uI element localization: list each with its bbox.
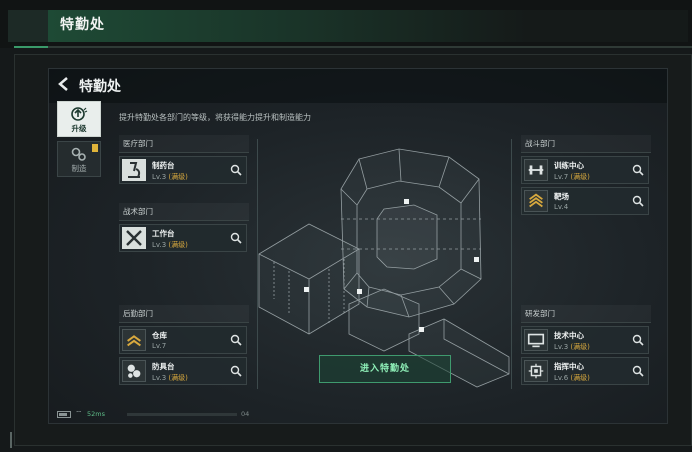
facility-name: 工作台 <box>152 229 175 238</box>
page-header: 特勤处 <box>0 0 692 48</box>
facility-workbench[interactable]: 工作台 Lv.3 (满级) <box>119 224 247 252</box>
dept-title: 研发部门 <box>521 305 651 323</box>
facility-level: Lv.6 (满级) <box>554 374 590 382</box>
facility-name: 靶场 <box>554 192 569 201</box>
facility-level: Lv.4 <box>554 203 569 211</box>
facility-shooting-range[interactable]: 靶场 Lv.4 <box>521 187 649 215</box>
loading-progress-bar <box>127 413 237 416</box>
dept-logistics: 后勤部门 仓库 Lv.7 防具台 Lv.3 (满级) <box>119 305 249 385</box>
dept-tactical: 战术部门 工作台 Lv.3 (满级) <box>119 203 249 252</box>
dept-title: 医疗部门 <box>119 135 249 153</box>
facility-name: 防具台 <box>152 362 175 371</box>
game-title: 特勤处 <box>79 79 121 95</box>
battery-icon <box>57 411 71 418</box>
armor-icon <box>122 360 146 382</box>
upgrade-arrow-icon <box>71 107 88 121</box>
search-icon[interactable] <box>229 163 243 177</box>
header-bar <box>48 10 688 42</box>
microscope-icon <box>122 159 146 181</box>
facility-level: Lv.7 <box>152 342 167 350</box>
game-screen: 特勤处 提升特勤处各部门的等级，将获得能力提升和制造能力 升级 制造 医疗部门 … <box>48 68 668 424</box>
facility-name: 技术中心 <box>554 331 584 340</box>
facility-level: Lv.3 (满级) <box>554 343 590 351</box>
tab-upgrade[interactable]: 升级 <box>57 101 101 137</box>
search-icon[interactable] <box>631 364 645 378</box>
facility-training-center[interactable]: 训练中心 Lv.7 (满级) <box>521 156 649 184</box>
facility-warehouse[interactable]: 仓库 Lv.7 <box>119 326 247 354</box>
header-divider-accent <box>14 46 48 48</box>
tab-upgrade-label: 升级 <box>71 124 87 133</box>
chevrons-icon <box>122 329 146 351</box>
facility-name: 仓库 <box>152 331 167 340</box>
back-arrow-icon[interactable] <box>57 76 73 94</box>
header-divider <box>14 46 692 48</box>
progress-label: 04 <box>241 410 250 418</box>
tab-craft[interactable]: 制造 <box>57 141 101 177</box>
page-title: 特勤处 <box>60 17 105 33</box>
search-icon[interactable] <box>631 333 645 347</box>
dept-title: 战术部门 <box>119 203 249 221</box>
status-bar: ⌔ 52ms 04 <box>57 409 250 421</box>
facility-level: Lv.7 (满级) <box>554 173 590 181</box>
notification-badge <box>92 144 98 152</box>
facility-tech-center[interactable]: 技术中心 Lv.3 (满级) <box>521 326 649 354</box>
gears-icon <box>71 147 86 161</box>
search-icon[interactable] <box>631 163 645 177</box>
search-icon[interactable] <box>229 231 243 245</box>
dept-research: 研发部门 技术中心 Lv.3 (满级) 指挥中心 Lv.6 (满级) <box>521 305 651 385</box>
facility-pharmacy[interactable]: 制药台 Lv.3 (满级) <box>119 156 247 184</box>
facility-command-center[interactable]: 指挥中心 Lv.6 (满级) <box>521 357 649 385</box>
page-subtitle: 提升特勤处各部门的等级，将获得能力提升和制造能力 <box>119 113 311 122</box>
building-wireframe[interactable] <box>249 129 539 389</box>
header-accent <box>8 10 48 42</box>
search-icon[interactable] <box>631 194 645 208</box>
game-top-bar: 特勤处 <box>49 69 667 103</box>
dept-title: 后勤部门 <box>119 305 249 323</box>
ping-value: 52ms <box>87 410 105 418</box>
dept-title: 战斗部门 <box>521 135 651 153</box>
facility-name: 指挥中心 <box>554 362 584 371</box>
search-icon[interactable] <box>229 364 243 378</box>
enter-facility-button[interactable]: 进入特勤处 <box>319 355 451 383</box>
search-icon[interactable] <box>229 333 243 347</box>
facility-name: 训练中心 <box>554 161 584 170</box>
facility-level: Lv.3 (满级) <box>152 241 188 249</box>
facility-name: 制药台 <box>152 161 175 170</box>
tab-craft-label: 制造 <box>71 164 87 173</box>
facility-level: Lv.3 (满级) <box>152 374 188 382</box>
dept-medical: 医疗部门 制药台 Lv.3 (满级) <box>119 135 249 184</box>
wifi-icon: ⌔ <box>75 409 83 418</box>
frame-tick <box>10 432 12 448</box>
facility-level: Lv.3 (满级) <box>152 173 188 181</box>
dept-combat: 战斗部门 训练中心 Lv.7 (满级) 靶场 Lv.4 <box>521 135 651 215</box>
tools-icon <box>122 227 146 249</box>
facility-armor-bench[interactable]: 防具台 Lv.3 (满级) <box>119 357 247 385</box>
